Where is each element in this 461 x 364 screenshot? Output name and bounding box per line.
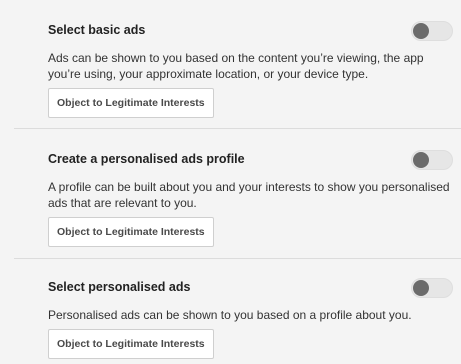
purpose-title: Create a personalised ads profile xyxy=(48,152,245,166)
consent-toggle-personalised-ads[interactable] xyxy=(411,278,453,298)
object-legitimate-interests-button[interactable]: Object to Legitimate Interests xyxy=(48,329,214,359)
purpose-description: Ads can be shown to you based on the con… xyxy=(48,51,424,81)
purpose-section-basic-ads: Select basic ads Ads can be shown to you… xyxy=(14,0,461,129)
consent-purpose-list: Select basic ads Ads can be shown to you… xyxy=(0,0,461,364)
purpose-section-personalised-profile: Create a personalised ads profile A prof… xyxy=(14,129,461,259)
purpose-section-personalised-ads: Select personalised ads Personalised ads… xyxy=(14,259,461,364)
purpose-title: Select personalised ads xyxy=(48,280,191,294)
toggle-knob xyxy=(413,23,429,39)
purpose-description: A profile can be built about you and you… xyxy=(48,180,450,210)
toggle-knob xyxy=(413,152,429,168)
consent-toggle-basic-ads[interactable] xyxy=(411,21,453,41)
object-legitimate-interests-button[interactable]: Object to Legitimate Interests xyxy=(48,88,214,118)
object-legitimate-interests-button[interactable]: Object to Legitimate Interests xyxy=(48,217,214,247)
purpose-description: Personalised ads can be shown to you bas… xyxy=(48,308,412,322)
consent-toggle-personalised-profile[interactable] xyxy=(411,150,453,170)
toggle-knob xyxy=(413,280,429,296)
purpose-title: Select basic ads xyxy=(48,23,146,37)
